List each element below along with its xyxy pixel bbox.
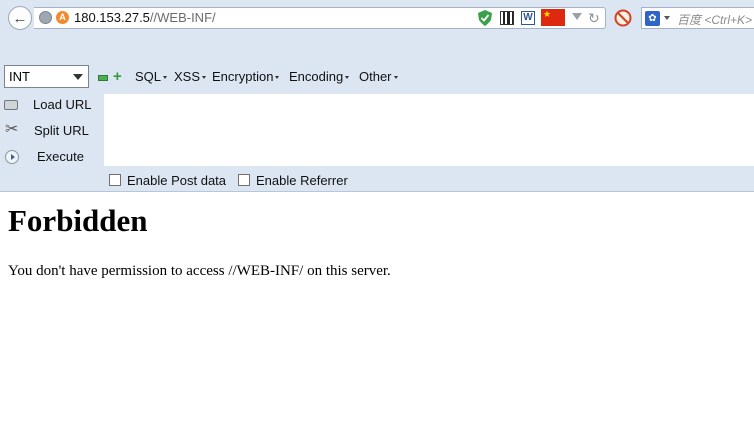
site-identity-icon[interactable]: A [56,11,69,24]
menu-encoding[interactable]: Encoding [289,69,350,85]
split-url-button[interactable]: ✂ Split URL [0,119,104,143]
menu-arrow-icon [393,76,398,80]
reload-icon[interactable]: ↻ [588,10,600,26]
page-title: Forbidden [8,203,148,238]
play-icon [5,150,19,164]
split-url-label: Split URL [34,123,89,138]
execute-button[interactable]: Execute [0,145,104,169]
search-input[interactable]: 百度 <Ctrl+K> [677,11,752,28]
type-select[interactable]: INT [4,65,89,88]
address-bar[interactable]: A 180.153.27.5//WEB-INF/ W ★ ↻ [34,7,606,29]
dropdown-arrow-icon[interactable] [572,13,582,20]
china-flag-icon[interactable]: ★ [541,9,565,26]
load-url-icon [4,100,18,110]
menu-arrow-icon [275,76,280,80]
menu-xss[interactable]: XSS [174,69,207,85]
post-data-checkbox[interactable] [109,174,121,186]
menu-other[interactable]: Other [359,69,398,85]
menu-arrow-icon [202,76,207,80]
url-text[interactable]: 180.153.27.5//WEB-INF/ [74,10,216,26]
url-textarea[interactable] [104,94,754,166]
increase-icon[interactable]: + [113,69,122,84]
no-script-icon[interactable] [614,9,632,27]
execute-label: Execute [37,149,84,164]
shield-icon[interactable] [478,10,492,26]
referrer-label[interactable]: Enable Referrer [256,173,348,188]
load-url-label: Load URL [33,97,92,112]
select-arrow-icon [73,74,83,80]
post-data-label[interactable]: Enable Post data [127,173,226,188]
menu-sql[interactable]: SQL [135,69,168,85]
baidu-paw-icon[interactable]: ✿ [645,11,660,26]
load-url-button[interactable]: Load URL [0,93,104,117]
url-path: //WEB-INF/ [149,10,216,25]
word-icon[interactable]: W [521,11,535,25]
globe-icon[interactable] [39,11,52,24]
back-arrow-icon: ← [12,9,28,27]
url-host: 180.153.27.5 [74,10,150,25]
menu-encryption[interactable]: Encryption [212,69,280,85]
referrer-checkbox[interactable] [238,174,250,186]
qr-code-icon[interactable] [500,11,514,25]
back-button[interactable]: ← [8,6,32,30]
decrease-icon[interactable] [98,75,108,81]
type-select-value: INT [9,69,30,84]
hackbar-panel: INT + SQL XSS Encryption Encoding Other … [0,38,754,192]
search-box[interactable]: ✿ 百度 <Ctrl+K> [641,7,754,29]
forbidden-message: You don't have permission to access //WE… [8,263,391,279]
scissors-icon: ✂ [5,121,19,138]
navigation-toolbar: ← A 180.153.27.5//WEB-INF/ W ★ ↻ ✿ 百度 <C… [0,0,754,38]
menu-arrow-icon [163,76,168,80]
search-engine-dropdown-icon[interactable] [664,16,670,20]
menu-arrow-icon [345,76,350,80]
